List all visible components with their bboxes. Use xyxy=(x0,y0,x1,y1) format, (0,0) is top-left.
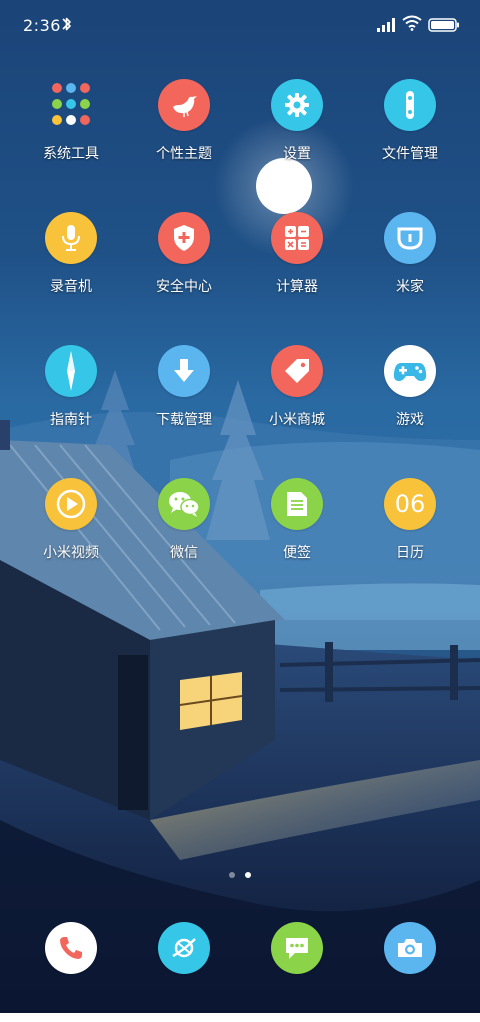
app-calendar[interactable]: 06 日历 xyxy=(360,478,460,578)
compass-icon xyxy=(45,345,97,397)
app-label: 个性主题 xyxy=(156,146,212,162)
page-dot-active[interactable] xyxy=(245,872,251,878)
app-label: 系统工具 xyxy=(43,146,99,162)
camera-icon xyxy=(384,922,436,974)
battery-icon xyxy=(428,17,460,36)
app-system-tools[interactable]: 系统工具 xyxy=(21,79,121,179)
app-calculator[interactable]: 计算器 xyxy=(247,212,347,312)
bluetooth-icon xyxy=(62,15,72,37)
calendar-icon: 06 xyxy=(384,478,436,530)
page-dot[interactable] xyxy=(229,872,235,878)
app-downloads[interactable]: 下载管理 xyxy=(134,345,234,445)
app-label: 下载管理 xyxy=(156,412,212,428)
file-manager-icon xyxy=(384,79,436,131)
browser-icon xyxy=(158,922,210,974)
wifi-icon xyxy=(402,15,422,35)
app-label: 微信 xyxy=(170,545,198,561)
bird-icon xyxy=(158,79,210,131)
microphone-icon xyxy=(45,212,97,264)
app-compass[interactable]: 指南针 xyxy=(21,345,121,445)
app-mijia[interactable]: 米家 xyxy=(360,212,460,312)
download-icon xyxy=(158,345,210,397)
app-label: 日历 xyxy=(396,545,424,561)
phone-icon xyxy=(45,922,97,974)
play-icon xyxy=(45,478,97,530)
app-mi-video[interactable]: 小米视频 xyxy=(21,478,121,578)
gear-icon xyxy=(271,79,323,131)
signal-icon xyxy=(377,17,395,36)
calendar-date: 06 xyxy=(394,490,426,518)
app-file-manager[interactable]: 文件管理 xyxy=(360,79,460,179)
app-label: 便签 xyxy=(283,545,311,561)
app-label: 米家 xyxy=(396,279,424,295)
notes-icon xyxy=(271,478,323,530)
app-label: 设置 xyxy=(283,146,311,162)
app-label: 文件管理 xyxy=(382,146,438,162)
dock-camera[interactable] xyxy=(360,922,460,1022)
gamepad-icon xyxy=(384,345,436,397)
app-label: 录音机 xyxy=(50,279,92,295)
app-label: 指南针 xyxy=(50,412,92,428)
tag-icon xyxy=(271,345,323,397)
app-settings[interactable]: 设置 xyxy=(247,79,347,179)
shield-icon xyxy=(158,212,210,264)
mijia-icon xyxy=(384,212,436,264)
page-indicator xyxy=(227,872,253,880)
app-label: 计算器 xyxy=(276,279,318,295)
app-themes[interactable]: 个性主题 xyxy=(134,79,234,179)
app-games[interactable]: 游戏 xyxy=(360,345,460,445)
wechat-icon xyxy=(158,478,210,530)
dock-messages[interactable] xyxy=(247,922,347,1022)
status-time: 2:36 xyxy=(23,16,61,35)
app-label: 安全中心 xyxy=(156,279,212,295)
dock-phone[interactable] xyxy=(21,922,121,1022)
app-recorder[interactable]: 录音机 xyxy=(21,212,121,312)
app-label: 游戏 xyxy=(396,412,424,428)
app-label: 小米视频 xyxy=(43,545,99,561)
app-security[interactable]: 安全中心 xyxy=(134,212,234,312)
status-bar: 2:36 xyxy=(0,0,480,52)
app-wechat[interactable]: 微信 xyxy=(134,478,234,578)
calculator-icon xyxy=(271,212,323,264)
messages-icon xyxy=(271,922,323,974)
app-label: 小米商城 xyxy=(269,412,325,428)
app-notes[interactable]: 便签 xyxy=(247,478,347,578)
folder-icon xyxy=(45,79,97,131)
app-mi-store[interactable]: 小米商城 xyxy=(247,345,347,445)
dock-browser[interactable] xyxy=(134,922,234,1022)
